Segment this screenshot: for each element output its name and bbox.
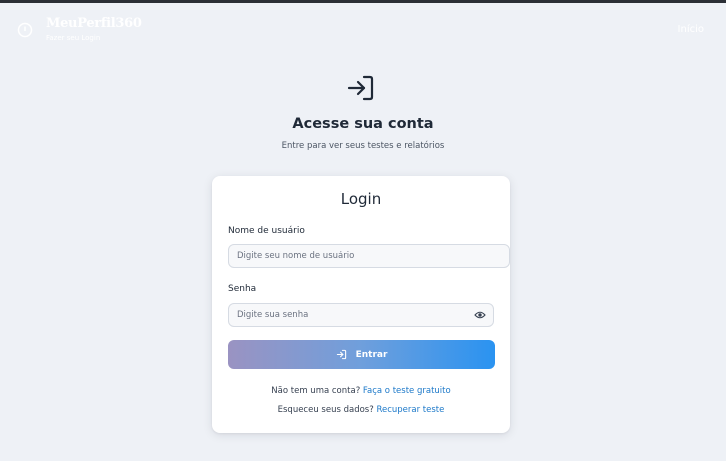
login-card-title: Login (340, 190, 382, 208)
password-field-wrapper (228, 303, 494, 327)
username-field-wrapper (228, 244, 510, 268)
username-input[interactable] (237, 245, 467, 267)
username-label: Nome de usuário (228, 226, 305, 236)
eye-icon[interactable] (474, 310, 486, 320)
signup-line: Não tem uma conta? Faça o teste gratuito (212, 386, 510, 396)
recover-prompt: Esqueceu seus dados? (277, 405, 374, 415)
page-title: Acesse sua conta (292, 116, 434, 132)
login-submit-label: Entrar (355, 349, 388, 360)
password-label: Senha (228, 284, 257, 294)
brand-subtitle: Fazer seu Login (46, 34, 101, 42)
recover-line: Esqueceu seus dados? Recuperar teste (212, 405, 510, 415)
signup-prompt: Não tem uma conta? (271, 386, 361, 396)
page-subtitle: Entre para ver seus testes e relatórios (281, 141, 445, 151)
nav-home-link[interactable]: Início (678, 24, 704, 35)
login-arrow-icon (347, 75, 374, 101)
brand-logo-icon (17, 22, 33, 38)
brand-name[interactable]: MeuPerfil360 (46, 16, 142, 31)
login-arrow-icon (336, 349, 346, 360)
password-input[interactable] (237, 304, 467, 326)
login-submit-button[interactable]: Entrar (228, 340, 495, 369)
recover-link[interactable]: Recuperar teste (376, 405, 444, 415)
signup-link[interactable]: Faça o teste gratuito (363, 386, 451, 396)
site-header: MeuPerfil360 Fazer seu Login Início (0, 3, 726, 53)
login-card: Login Nome de usuário Senha Entrar Não t… (212, 176, 510, 433)
